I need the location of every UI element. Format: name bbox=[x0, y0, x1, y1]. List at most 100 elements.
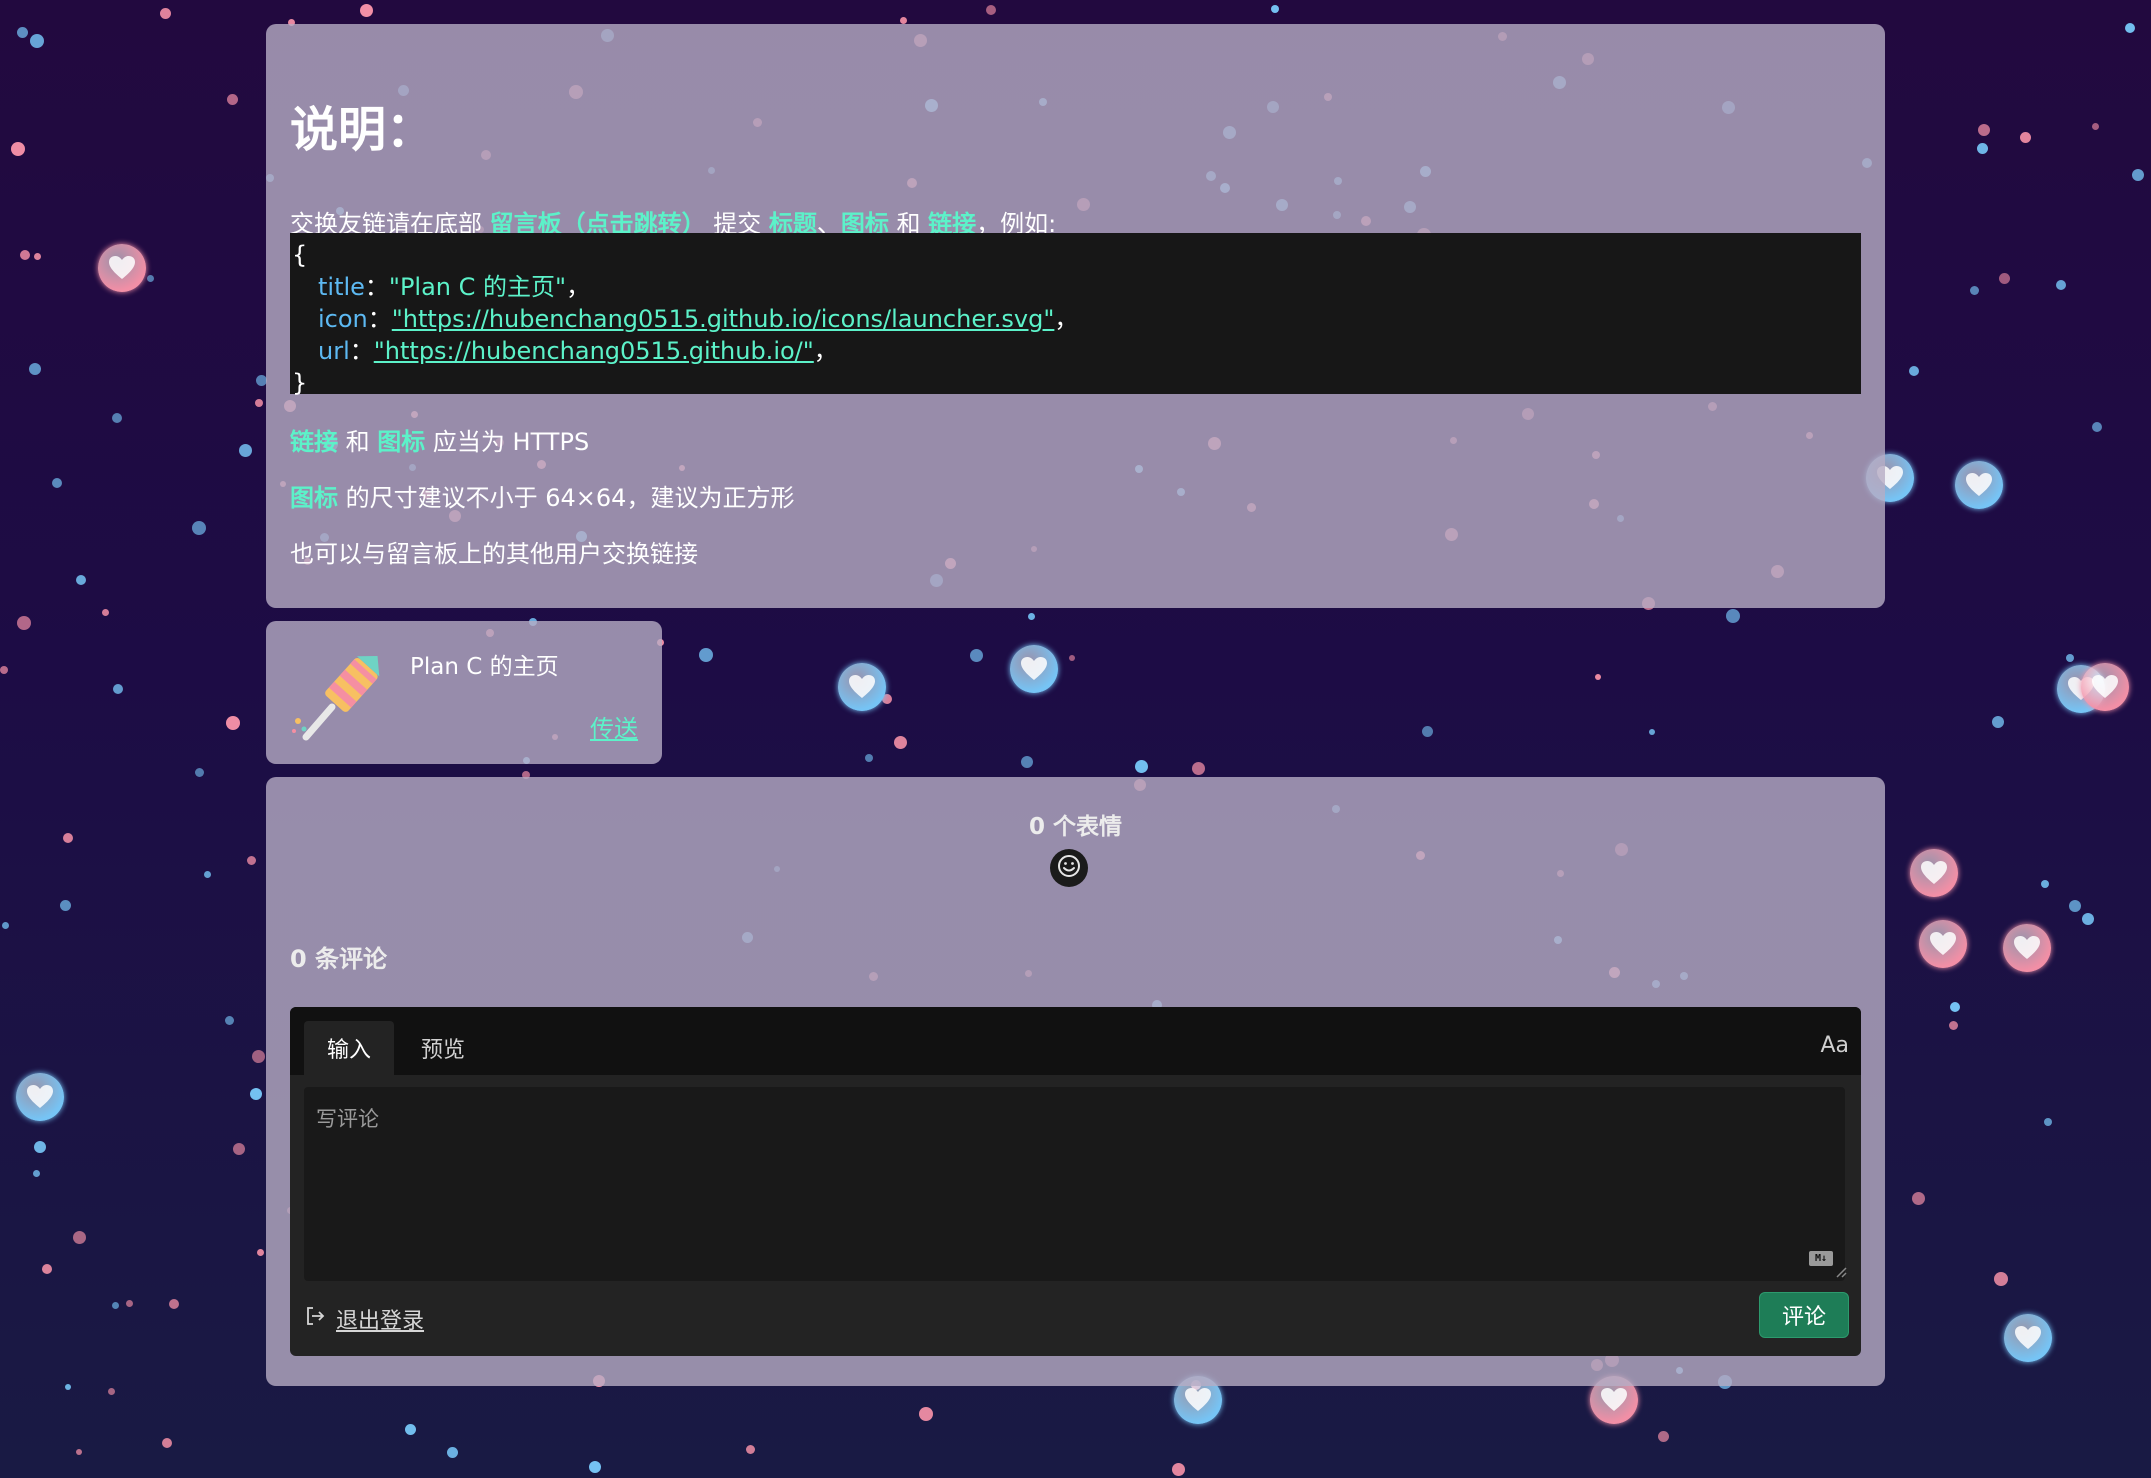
particle-dot bbox=[1028, 613, 1035, 620]
friend-link-go-link[interactable]: 传送 bbox=[590, 709, 638, 744]
particle-dot bbox=[1992, 716, 2004, 728]
comment-count: 0 条评论 bbox=[290, 945, 388, 973]
heart-particle-icon bbox=[2003, 924, 2051, 972]
particle-dot bbox=[2132, 169, 2144, 181]
code-title-value: "Plan C 的主页" bbox=[388, 273, 567, 301]
comment-editor: 输入 预览 Aa M↓ 退出登录 评论 bbox=[290, 1007, 1861, 1356]
particle-dot bbox=[1999, 273, 2010, 284]
particle-dot bbox=[160, 8, 171, 19]
friend-link-title: Plan C 的主页 bbox=[410, 654, 559, 680]
particle-dot bbox=[865, 754, 873, 762]
https-requirement-note: 链接 和 图标 应当为 HTTPS bbox=[290, 422, 589, 457]
particle-dot bbox=[65, 1384, 71, 1390]
note-link-word: 链接 bbox=[290, 428, 338, 456]
particle-dot bbox=[30, 34, 44, 48]
particle-dot bbox=[233, 1143, 245, 1155]
particle-dot bbox=[1970, 286, 1979, 295]
particle-dot bbox=[239, 444, 252, 457]
heart-particle-icon bbox=[1910, 849, 1958, 897]
heart-particle-icon bbox=[838, 663, 886, 711]
particle-dot bbox=[1950, 1002, 1960, 1012]
particle-dot bbox=[73, 1231, 86, 1244]
particle-dot bbox=[60, 900, 71, 911]
code-icon-line: icon："https://hubenchang0515.github.io/i… bbox=[292, 303, 1859, 335]
particle-dot bbox=[1994, 1272, 2008, 1286]
logout-label[interactable]: 退出登录 bbox=[336, 1303, 424, 1335]
particle-dot bbox=[255, 399, 263, 407]
particle-dot bbox=[1021, 756, 1033, 768]
code-icon-key: icon bbox=[318, 305, 368, 333]
particle-dot bbox=[2056, 280, 2066, 290]
particle-dot bbox=[894, 736, 907, 749]
particle-dot bbox=[247, 856, 256, 865]
particle-dot bbox=[1726, 609, 1740, 623]
particle-dot bbox=[250, 1088, 262, 1100]
particle-dot bbox=[2020, 132, 2031, 143]
particle-dot bbox=[1595, 674, 1601, 680]
particle-dot bbox=[1909, 366, 1919, 376]
particle-dot bbox=[76, 575, 86, 585]
particle-dot bbox=[17, 27, 28, 38]
resize-handle[interactable] bbox=[1833, 1263, 1847, 1278]
comment-input[interactable] bbox=[304, 1087, 1845, 1281]
font-toggle-button[interactable]: Aa bbox=[1820, 1033, 1849, 1058]
particle-dot bbox=[76, 1449, 82, 1455]
particle-dot bbox=[63, 833, 73, 843]
heart-particle-icon bbox=[2004, 1314, 2052, 1362]
code-comma: ， bbox=[566, 273, 591, 301]
code-comma: ， bbox=[813, 337, 838, 365]
particle-dot bbox=[169, 1299, 179, 1309]
submit-comment-button[interactable]: 评论 bbox=[1759, 1292, 1849, 1338]
tab-preview[interactable]: 预览 bbox=[398, 1021, 488, 1075]
particle-dot bbox=[900, 17, 907, 24]
particle-dot bbox=[1912, 1192, 1925, 1205]
particle-dot bbox=[52, 478, 62, 488]
particle-dot bbox=[113, 684, 123, 694]
rocket-launcher-icon bbox=[288, 641, 388, 743]
particle-dot bbox=[33, 1170, 40, 1177]
particle-dot bbox=[20, 250, 30, 260]
heart-particle-icon bbox=[2081, 663, 2129, 711]
code-comma: ， bbox=[1054, 305, 1079, 333]
particle-dot bbox=[252, 1050, 265, 1063]
note-https-text: 应当为 HTTPS bbox=[425, 428, 590, 456]
heart-particle-icon bbox=[98, 244, 146, 292]
particle-dot bbox=[1069, 655, 1075, 661]
code-title-key: title bbox=[318, 273, 365, 301]
code-icon-url-link[interactable]: "https://hubenchang0515.github.io/icons/… bbox=[392, 305, 1055, 333]
particle-dot bbox=[1649, 729, 1655, 735]
particle-dot bbox=[34, 1141, 46, 1153]
icon-size-note: 图标 的尺寸建议不小于 64×64，建议为正方形 bbox=[290, 478, 794, 513]
particle-dot bbox=[17, 616, 31, 630]
particle-dot bbox=[162, 1438, 172, 1448]
logout-link[interactable]: 退出登录 bbox=[304, 1303, 424, 1335]
markdown-icon: M↓ bbox=[1809, 1251, 1833, 1266]
tab-write[interactable]: 输入 bbox=[304, 1021, 394, 1075]
particle-dot bbox=[112, 413, 122, 423]
particle-dot bbox=[1949, 1021, 1958, 1030]
particle-dot bbox=[226, 716, 240, 730]
particle-dot bbox=[405, 1424, 416, 1435]
particle-dot bbox=[126, 1300, 133, 1307]
add-reaction-button[interactable] bbox=[1050, 849, 1088, 887]
particle-dot bbox=[225, 1016, 234, 1025]
particle-dot bbox=[1978, 124, 1990, 136]
particle-dot bbox=[699, 648, 713, 662]
exchange-note: 也可以与留言板上的其他用户交换链接 bbox=[290, 540, 698, 568]
particle-dot bbox=[29, 363, 41, 375]
particle-dot bbox=[2066, 654, 2074, 662]
friend-link-card[interactable]: Plan C 的主页 传送 bbox=[266, 621, 662, 764]
comments-panel: 0 个表情 0 条评论 输入 预览 Aa M↓ 退出登录 评论 bbox=[266, 777, 1885, 1386]
particle-dot bbox=[447, 1447, 458, 1458]
particle-dot bbox=[970, 649, 983, 662]
particle-dot bbox=[1271, 5, 1279, 13]
heart-particle-icon bbox=[1010, 645, 1058, 693]
particle-dot bbox=[112, 1302, 119, 1309]
particle-dot bbox=[746, 1445, 755, 1454]
reaction-count: 0 个表情 bbox=[1028, 814, 1122, 840]
code-url-link[interactable]: "https://hubenchang0515.github.io/" bbox=[374, 337, 814, 365]
note-icon-word: 图标 bbox=[290, 484, 338, 512]
particle-dot bbox=[1192, 762, 1205, 775]
code-colon: ： bbox=[349, 337, 374, 365]
code-colon: ： bbox=[364, 273, 389, 301]
